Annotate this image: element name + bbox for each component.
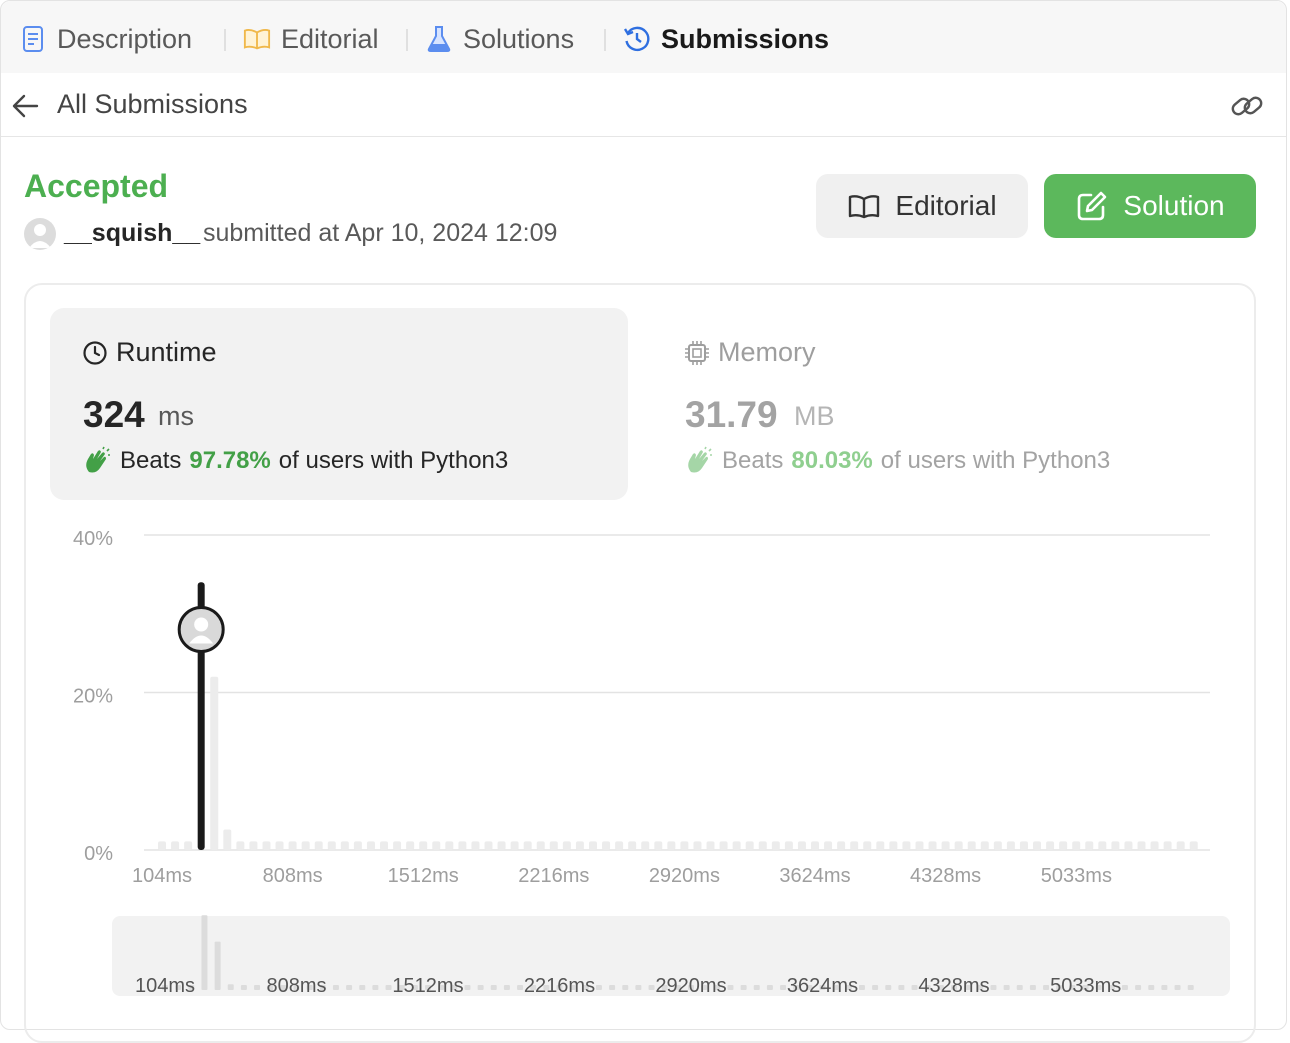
distribution-bar <box>1072 841 1081 850</box>
distribution-bar <box>314 841 323 850</box>
distribution-bar <box>641 841 650 850</box>
distribution-bar <box>301 841 310 850</box>
distribution-bar <box>745 841 754 850</box>
distribution-bar <box>680 841 689 850</box>
distribution-bar <box>667 841 676 850</box>
distribution-bar <box>863 841 872 850</box>
distribution-bar <box>549 841 558 850</box>
distribution-bar <box>288 841 297 850</box>
distribution-bar <box>536 841 545 850</box>
distribution-bar <box>575 841 584 850</box>
distribution-bar <box>588 841 597 850</box>
distribution-bar <box>850 841 859 850</box>
distribution-bar <box>954 841 963 850</box>
distribution-bar <box>223 829 232 850</box>
distribution-bar <box>158 841 166 850</box>
distribution-bar <box>327 841 336 850</box>
distribution-bar <box>1059 841 1068 850</box>
distribution-bar <box>262 841 271 850</box>
distribution-bar <box>1163 841 1172 850</box>
distribution-bar <box>523 841 532 850</box>
distribution-bar <box>784 841 793 850</box>
x-tick-label: 4328ms <box>910 865 981 887</box>
distribution-bar <box>497 841 506 850</box>
distribution-bar <box>941 841 950 850</box>
distribution-bar <box>615 841 624 850</box>
distribution-bar <box>393 841 402 850</box>
y-tick-label: 40% <box>73 528 113 550</box>
x-tick-label: 1512ms <box>388 865 459 887</box>
distribution-bar <box>249 841 258 850</box>
distribution-bar <box>210 676 219 850</box>
distribution-bar <box>602 841 611 850</box>
distribution-bar <box>458 841 467 850</box>
distribution-bar <box>471 841 480 850</box>
distribution-bar <box>1098 841 1107 850</box>
distribution-bar <box>380 841 389 850</box>
distribution-bar <box>837 841 846 850</box>
distribution-bar <box>732 841 741 850</box>
x-tick-label: 3624ms <box>779 865 850 887</box>
distribution-bar <box>484 841 493 850</box>
distribution-bar <box>236 841 245 850</box>
distribution-bar <box>1033 841 1042 850</box>
distribution-bar <box>445 841 454 850</box>
distribution-bar <box>1006 841 1015 850</box>
runtime-distribution-chart[interactable]: 40% 20% 0% 104ms 808ms 1512ms 2216ms 2920ms 3624… <box>0 0 1290 900</box>
user-marker-head <box>194 617 209 632</box>
distribution-bar <box>811 841 819 850</box>
distribution-bar <box>889 841 898 850</box>
distribution-bar <box>654 841 663 850</box>
distribution-bar <box>771 841 780 850</box>
x-tick-label: 808ms <box>263 865 323 887</box>
distribution-bar <box>1085 841 1094 850</box>
distribution-bar <box>171 841 180 850</box>
distribution-bar <box>719 841 728 850</box>
distribution-bar <box>993 841 1002 850</box>
distribution-bar <box>1124 841 1133 850</box>
y-tick-label: 20% <box>73 686 113 708</box>
distribution-bar <box>693 841 702 850</box>
distribution-bar <box>406 841 415 850</box>
x-tick-label: 104ms <box>132 865 192 887</box>
chart-range-selector[interactable] <box>112 916 1230 996</box>
distribution-bar <box>1137 841 1146 850</box>
distribution-bar <box>353 841 362 850</box>
x-tick-label: 5033ms <box>1041 865 1112 887</box>
distribution-bar <box>366 841 375 850</box>
distribution-bar <box>758 841 767 850</box>
distribution-bar <box>1176 841 1185 850</box>
distribution-bar <box>628 841 637 850</box>
distribution-bar <box>1046 841 1055 850</box>
distribution-bar <box>980 841 989 850</box>
distribution-bar <box>967 841 976 850</box>
distribution-bar <box>902 841 911 850</box>
y-tick-label: 0% <box>84 843 113 865</box>
distribution-bar <box>1019 841 1028 850</box>
distribution-bar <box>275 841 284 850</box>
distribution-bar <box>706 841 715 850</box>
distribution-bar <box>876 841 885 850</box>
distribution-bar <box>915 841 924 850</box>
distribution-bar <box>184 841 193 850</box>
distribution-bar <box>797 841 806 850</box>
distribution-bar <box>510 841 519 850</box>
distribution-bar <box>432 841 441 850</box>
distribution-bar <box>1150 841 1159 850</box>
distribution-bar <box>419 841 428 850</box>
distribution-bar <box>340 841 349 850</box>
x-tick-label: 2920ms <box>649 865 720 887</box>
distribution-bar <box>1111 841 1120 850</box>
x-tick-label: 2216ms <box>518 865 589 887</box>
distribution-bar <box>1189 841 1198 850</box>
distribution-bar <box>562 841 571 850</box>
distribution-bar <box>928 841 937 850</box>
distribution-bar <box>824 841 833 850</box>
